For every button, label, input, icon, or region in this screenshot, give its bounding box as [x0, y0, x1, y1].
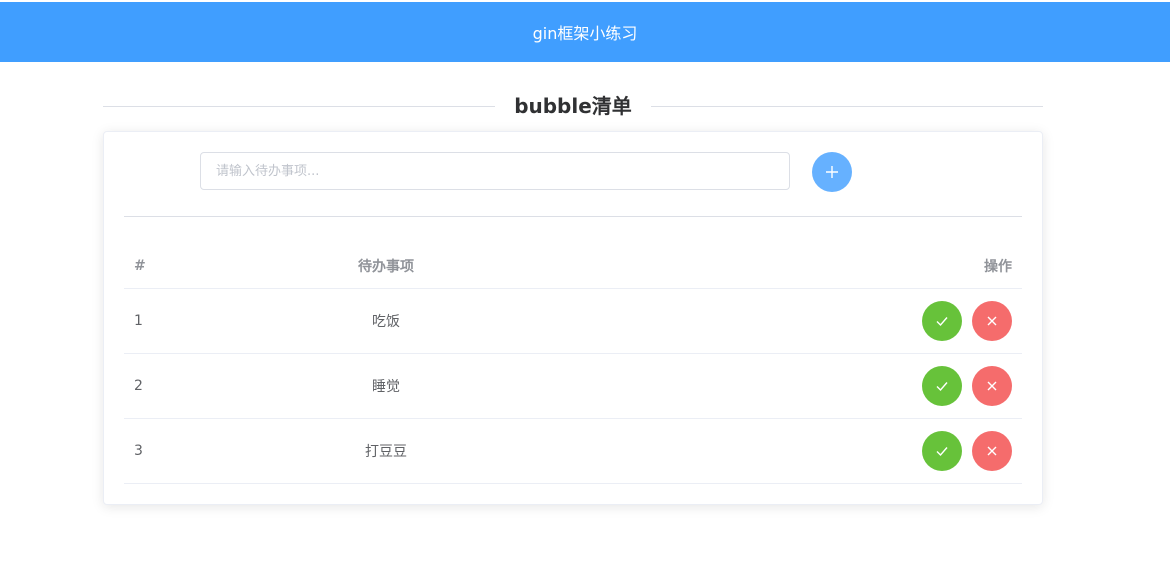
complete-button[interactable] [922, 366, 962, 406]
row-title: 打豆豆 [365, 444, 407, 460]
plus-icon [826, 166, 838, 178]
row-actions [922, 354, 1012, 418]
delete-button[interactable] [972, 366, 1012, 406]
check-icon [936, 447, 948, 457]
close-icon [987, 381, 997, 391]
check-icon [936, 317, 948, 327]
table-row: 1 吃饭 [124, 289, 1022, 354]
card-divider [124, 216, 1022, 217]
add-todo-button[interactable] [812, 152, 852, 192]
complete-button[interactable] [922, 301, 962, 341]
table-row: 2 睡觉 [124, 354, 1022, 419]
row-actions [922, 419, 1012, 483]
close-icon [987, 316, 997, 326]
delete-button[interactable] [972, 431, 1012, 471]
column-header-title: 待办事项 [358, 259, 414, 275]
column-header-index: # [134, 258, 146, 274]
close-icon [987, 446, 997, 456]
top-header-bar: gin框架小练习 [0, 2, 1170, 62]
page-title: bubble清单 [495, 84, 651, 130]
row-index: 2 [134, 378, 143, 394]
row-index: 3 [134, 443, 143, 459]
todo-card: # 待办事项 操作 1 吃饭 2 睡觉 [103, 131, 1043, 505]
header-title: gin框架小练习 [532, 24, 638, 43]
column-header-actions: 操作 [984, 259, 1012, 275]
delete-button[interactable] [972, 301, 1012, 341]
complete-button[interactable] [922, 431, 962, 471]
row-title: 睡觉 [372, 379, 400, 395]
check-icon [936, 382, 948, 392]
row-title: 吃饭 [372, 314, 400, 330]
table-header-row: # 待办事项 操作 [124, 244, 1022, 289]
row-actions [922, 289, 1012, 353]
row-index: 1 [134, 313, 143, 329]
todo-table: # 待办事项 操作 1 吃饭 2 睡觉 3 打豆豆 [124, 244, 1022, 484]
table-row: 3 打豆豆 [124, 419, 1022, 484]
todo-input[interactable] [200, 152, 790, 190]
